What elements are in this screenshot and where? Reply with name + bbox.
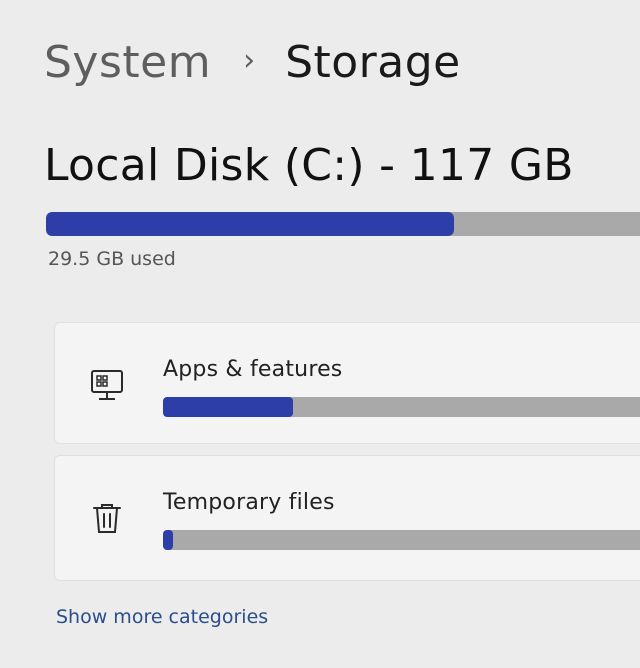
disk-title: Local Disk (C:) - 117 GB — [44, 140, 574, 191]
category-usage-fill — [163, 397, 293, 417]
disk-usage-fill — [46, 212, 454, 236]
breadcrumb: System › Storage — [44, 30, 461, 94]
disk-usage-bar — [46, 212, 640, 236]
category-temporary-files[interactable]: Temporary files — [54, 455, 640, 581]
apps-features-icon — [87, 365, 127, 405]
chevron-right-icon: › — [243, 42, 256, 78]
category-label: Apps & features — [163, 357, 343, 382]
category-label: Temporary files — [163, 490, 335, 515]
trash-icon — [87, 498, 127, 538]
page-title: Storage — [285, 36, 461, 88]
show-more-categories-link[interactable]: Show more categories — [56, 606, 268, 628]
breadcrumb-system-link[interactable]: System — [44, 37, 211, 88]
category-apps-features[interactable]: Apps & features — [54, 322, 640, 444]
disk-used-label: 29.5 GB used — [48, 248, 176, 270]
category-usage-bar — [163, 397, 640, 417]
category-usage-fill — [163, 530, 173, 550]
category-usage-bar — [163, 530, 640, 550]
